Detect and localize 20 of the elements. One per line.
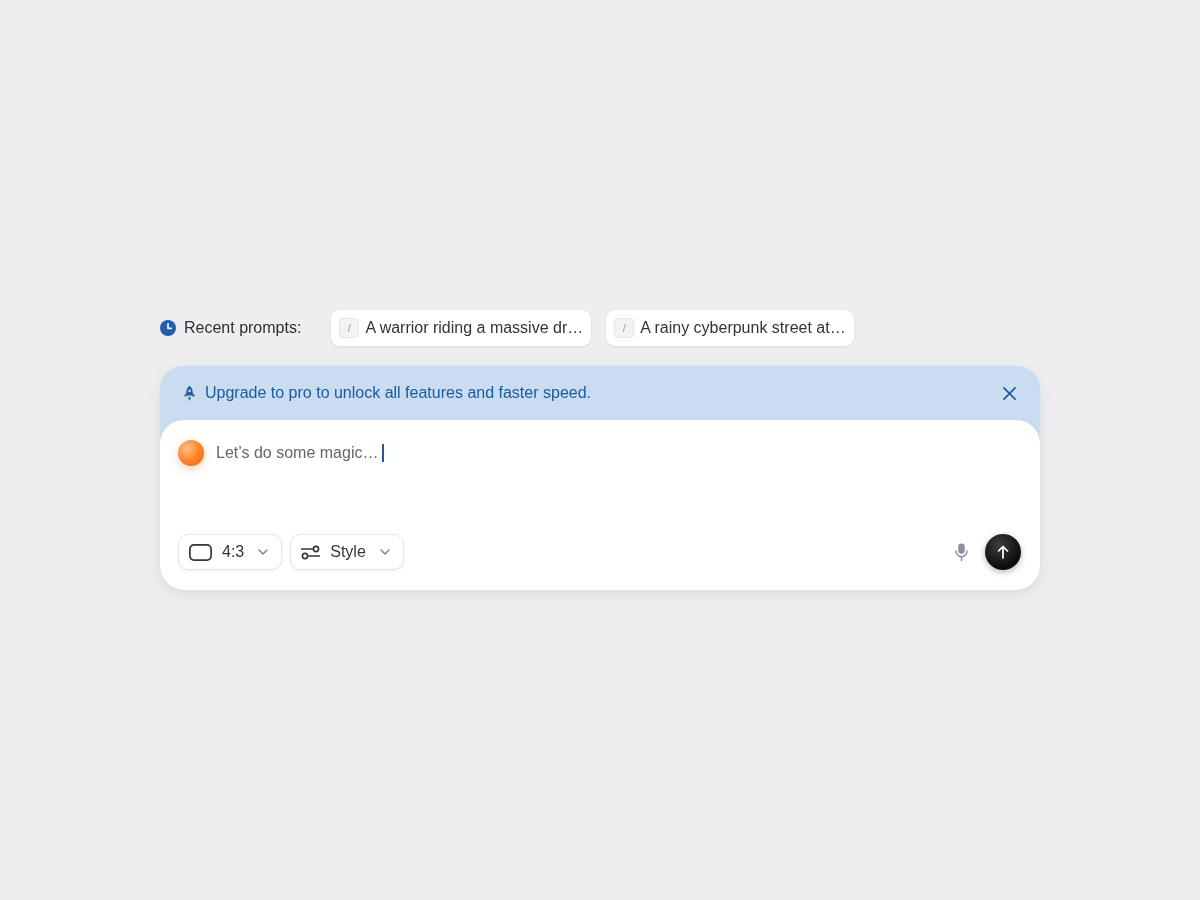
recent-prompt-chip[interactable]: / A rainy cyberpunk street at… bbox=[606, 310, 854, 346]
close-icon[interactable] bbox=[1003, 386, 1016, 400]
rocket-icon bbox=[182, 384, 197, 402]
arrow-up-icon bbox=[997, 545, 1009, 559]
chevron-down-icon bbox=[258, 549, 269, 555]
style-dropdown[interactable]: Style bbox=[290, 534, 404, 570]
recent-prompts-label: Recent prompts: bbox=[184, 319, 302, 337]
shortcut-key: / bbox=[339, 318, 360, 338]
sliders-icon bbox=[301, 544, 321, 560]
clock-icon bbox=[160, 320, 176, 336]
chevron-down-icon bbox=[379, 549, 390, 555]
orb-icon bbox=[178, 440, 204, 466]
recent-prompt-chip[interactable]: / A warrior riding a massive dr… bbox=[331, 310, 592, 346]
send-button[interactable] bbox=[985, 534, 1021, 570]
prompt-input[interactable]: Let’s do some magic… bbox=[216, 443, 384, 463]
microphone-icon[interactable] bbox=[954, 543, 969, 561]
aspect-ratio-icon bbox=[189, 543, 212, 561]
shortcut-key: / bbox=[614, 318, 635, 338]
aspect-ratio-dropdown[interactable]: 4:3 bbox=[178, 534, 283, 570]
upgrade-message: Upgrade to pro to unlock all features and faster speed. bbox=[205, 384, 591, 402]
